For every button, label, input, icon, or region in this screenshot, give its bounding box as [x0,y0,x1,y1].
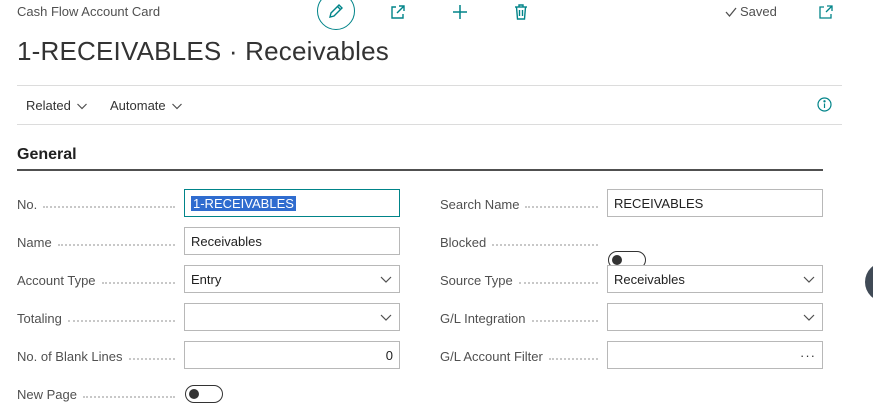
automate-label: Automate [110,98,166,113]
new-icon [453,5,467,19]
no-label: No. [17,196,175,212]
blocked-label: Blocked [440,234,598,250]
related-menu[interactable]: Related [26,98,88,113]
totaling-select[interactable] [184,303,400,331]
totaling-label: Totaling [17,310,175,326]
account-type-select[interactable]: Entry [184,265,400,293]
delete-button[interactable] [511,2,531,22]
action-bar-top-divider [17,85,842,86]
chevron-down-icon [76,103,87,109]
side-panel-bubble[interactable] [865,262,873,302]
chevron-down-icon [803,276,815,283]
section-title-general[interactable]: General [17,146,77,164]
blank-lines-label: No. of Blank Lines [17,348,175,364]
source-type-value: Receivables [614,271,685,287]
name-input[interactable]: Receivables [184,227,400,255]
source-type-select[interactable]: Receivables [607,265,823,293]
edit-icon [329,4,343,18]
blank-lines-input[interactable]: 0 [184,341,400,369]
open-in-new-window-icon [819,5,833,19]
page-kind-label: Cash Flow Account Card [17,4,161,19]
open-in-new-window-button[interactable] [816,2,836,22]
saved-label: Saved [740,4,777,19]
account-type-value: Entry [191,271,222,287]
search-name-input[interactable]: RECEIVABLES [607,189,823,217]
no-value: 1-RECEIVABLES [191,195,296,211]
chevron-down-icon [171,103,182,109]
toggle-knob [189,388,199,399]
share-icon [391,5,405,19]
automate-menu[interactable]: Automate [110,98,183,113]
new-page-label: New Page [17,386,175,402]
new-page-toggle[interactable] [185,385,223,403]
chevron-down-icon [380,314,392,321]
check-icon [725,7,737,17]
no-input[interactable]: 1-RECEIVABLES [184,189,400,217]
info-button[interactable] [816,96,832,112]
saved-status: Saved [724,4,777,19]
gl-account-filter-input[interactable]: ··· [607,341,823,369]
account-type-label: Account Type [17,272,175,288]
name-label: Name [17,234,175,250]
gl-account-filter-label: G/L Account Filter [440,348,598,364]
share-button[interactable] [388,2,408,22]
blank-lines-value: 0 [385,347,393,363]
page-title: 1-RECEIVABLES · Receivables [17,36,389,66]
delete-icon [515,4,527,20]
section-underline [17,169,823,171]
chevron-down-icon [380,276,392,283]
action-bar-bottom-divider [17,124,842,125]
search-name-value: RECEIVABLES [614,195,704,211]
related-label: Related [26,98,71,113]
gl-integration-select[interactable] [607,303,823,331]
search-name-label: Search Name [440,196,598,212]
info-icon [816,96,832,112]
chevron-down-icon [803,314,815,321]
gl-integration-label: G/L Integration [440,310,598,326]
name-value: Receivables [191,233,262,249]
source-type-label: Source Type [440,272,598,288]
toggle-knob [612,254,622,265]
edit-button[interactable] [317,0,355,30]
assist-edit-button[interactable]: ··· [800,348,816,363]
new-button[interactable] [450,2,470,22]
